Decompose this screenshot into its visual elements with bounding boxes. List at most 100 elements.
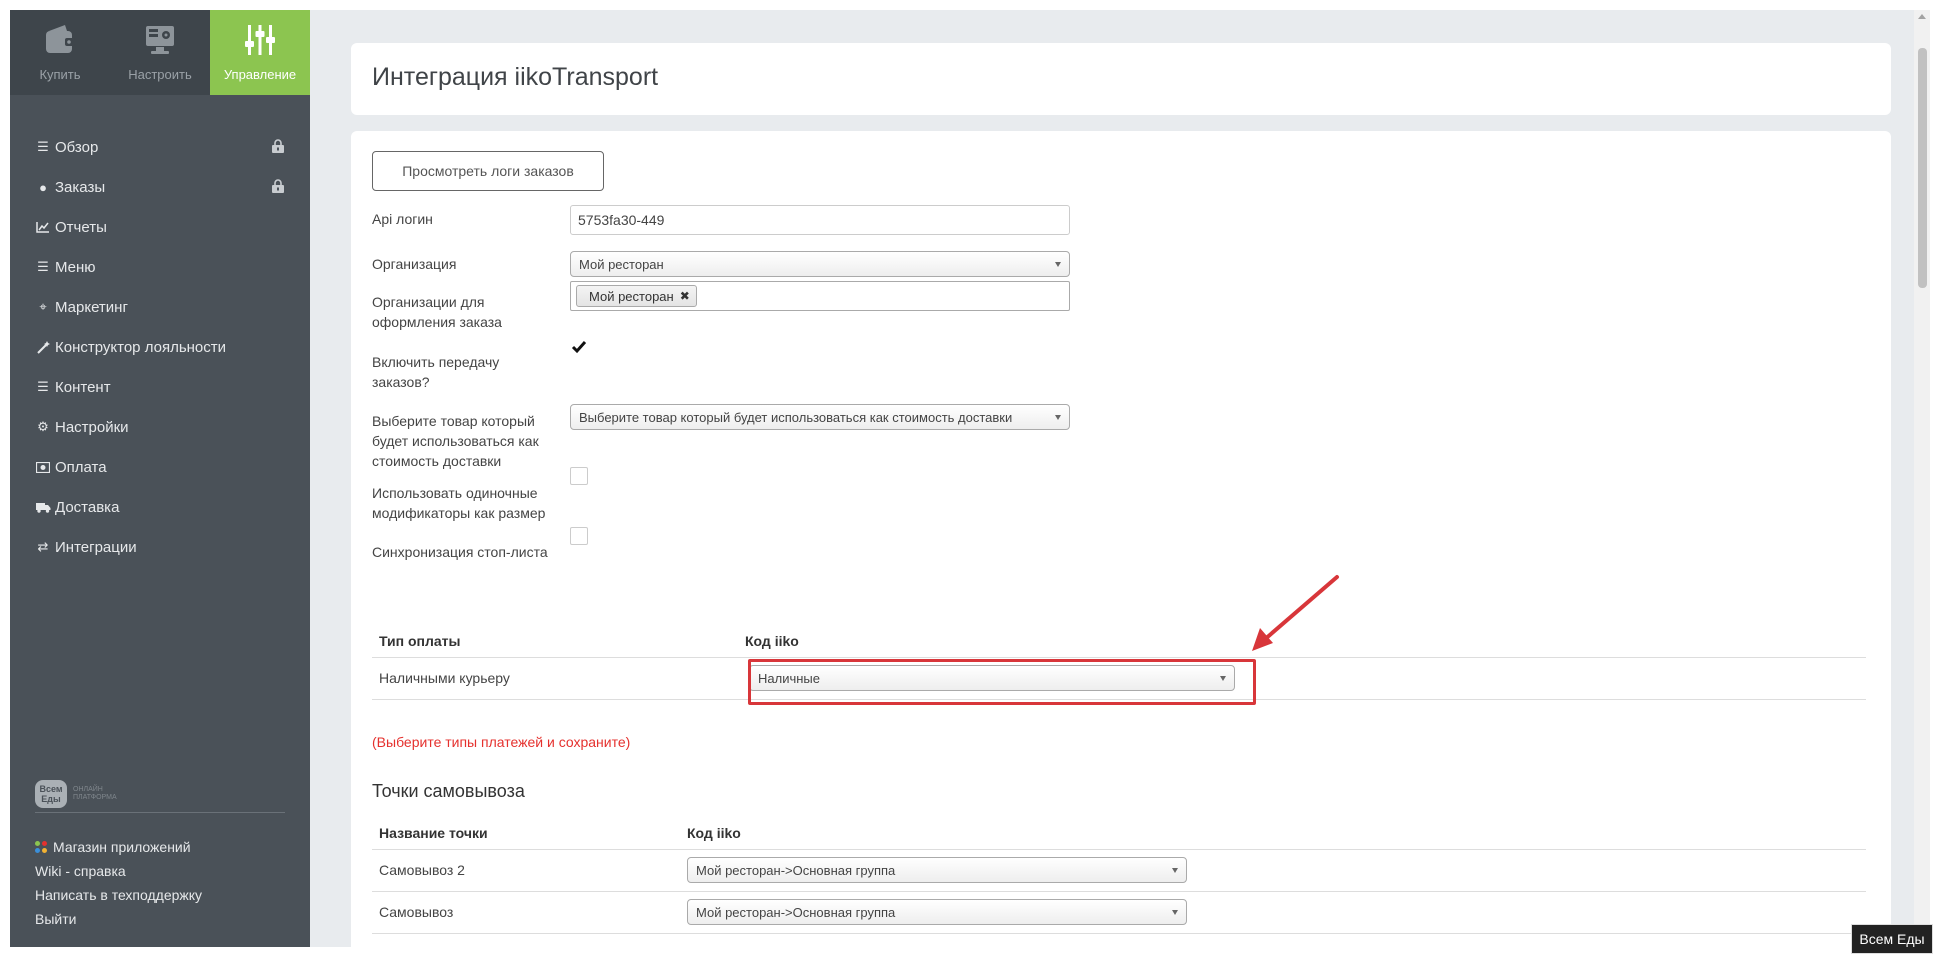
page-title: Интеграция iikoTransport	[372, 63, 659, 91]
bottom-links: Магазин приложений Wiki - справка Написа…	[35, 835, 285, 931]
sidebar-item-label: Контент	[55, 378, 111, 396]
sidebar-item-label: Меню	[55, 258, 96, 276]
tab-manage-label: Управление	[223, 67, 297, 82]
wallet-icon	[46, 25, 75, 53]
table-row: Самовывоз 2 Мой ресторан->Основная групп…	[372, 849, 1866, 892]
payment-code-select[interactable]: Наличные	[749, 665, 1235, 691]
lock-icon	[272, 139, 284, 153]
sidebar-item-label: Маркетинг	[55, 298, 128, 316]
chevron-down-icon	[1055, 415, 1061, 420]
pickup-name-cell: Самовывоз	[372, 891, 680, 934]
app-store-link[interactable]: Магазин приложений	[35, 835, 285, 859]
delivery-product-select[interactable]: Выберите товар который будет использоват…	[570, 404, 1070, 430]
col-payment-type: Тип оплаты	[372, 625, 738, 658]
sidebar-item-content[interactable]: ☰ Контент	[10, 367, 310, 407]
chevron-down-icon	[1172, 910, 1178, 915]
sidebar-item-settings[interactable]: ⚙ Настройки	[10, 407, 310, 447]
pickup-title: Точки самовывоза	[372, 781, 525, 801]
single-modifiers-checkbox[interactable]	[570, 467, 588, 485]
payment-types-table: Тип оплаты Код iiko Наличными курьеру На…	[372, 625, 1866, 700]
sidebar-item-reports[interactable]: Отчеты	[10, 207, 310, 247]
list-icon: ☰	[37, 259, 49, 274]
delivery-product-label-line: Выберите товар который	[372, 413, 535, 429]
payment-code-cell: Наличные	[738, 657, 1866, 700]
sidebar-footer: Всем Еды ОНЛАЙН ПЛАТФОРМА Магазин прилож…	[35, 780, 285, 931]
scroll-up-icon[interactable]	[1918, 14, 1926, 19]
sidebar: Купить Настроить Управление ☰ Обзор ● За…	[10, 10, 310, 947]
stoplist-sync-checkbox[interactable]	[570, 527, 588, 545]
exchange-icon: ⇄	[37, 539, 49, 554]
logout-link[interactable]: Выйти	[35, 907, 285, 931]
delivery-product-label-line: будет использоваться как	[372, 433, 539, 449]
logo-text: ОНЛАЙН ПЛАТФОРМА	[73, 786, 117, 801]
tab-configure-label: Настроить	[128, 67, 192, 82]
sidebar-item-menu[interactable]: ☰ Меню	[10, 247, 310, 287]
support-link[interactable]: Написать в техподдержку	[35, 883, 285, 907]
payment-code-value: Наличные	[758, 670, 820, 686]
delivery-product-label: Выберите товар который будет использоват…	[372, 411, 539, 471]
sidebar-item-integrations[interactable]: ⇄ Интеграции	[10, 527, 310, 567]
app-window: Купить Настроить Управление ☰ Обзор ● За…	[10, 10, 1930, 947]
enable-transfer-label: Включить передачу заказов?	[372, 352, 499, 392]
lock-icon	[272, 179, 284, 193]
delivery-product-label-line: стоимость доставки	[372, 453, 502, 469]
tab-configure[interactable]: Настроить	[110, 10, 210, 95]
pickup-points-table: Название точки Код iiko Самовывоз 2 Мой …	[372, 817, 1866, 934]
api-login-value: 5753fa30-449	[578, 212, 665, 228]
checkmark-icon	[571, 341, 587, 354]
magic-wand-icon	[35, 340, 51, 354]
pickup-code-cell: Мой ресторан->Основная группа	[680, 891, 1866, 934]
table-row: Самовывоз Мой ресторан->Основная группа	[372, 891, 1866, 934]
list-icon: ☰	[37, 379, 49, 394]
sidebar-item-payment[interactable]: Оплата	[10, 447, 310, 487]
sidebar-item-label: Заказы	[55, 178, 106, 196]
organization-select[interactable]: Мой ресторан	[570, 251, 1070, 277]
stoplist-sync-label: Синхронизация стоп-листа	[372, 544, 548, 560]
sidebar-item-label: Конструктор лояльности	[55, 338, 227, 356]
enable-transfer-label-line: заказов?	[372, 374, 430, 390]
delivery-product-placeholder: Выберите товар который будет использоват…	[579, 409, 1013, 425]
pickup-code-value: Мой ресторан->Основная группа	[696, 904, 896, 920]
api-login-field[interactable]: 5753fa30-449	[570, 205, 1070, 235]
remove-tag-icon[interactable]: ✖	[680, 289, 690, 303]
sidebar-item-orders[interactable]: ● Заказы	[10, 167, 310, 207]
logo-badge: Всем Еды	[35, 780, 67, 808]
scrollbar-thumb[interactable]	[1918, 48, 1927, 288]
truck-icon	[35, 502, 51, 513]
table-row: Наличными курьеру Наличные	[372, 657, 1866, 700]
view-order-logs-button[interactable]: Просмотреть логи заказов	[372, 151, 604, 191]
payment-type-cell: Наличными курьеру	[372, 657, 738, 700]
sidebar-item-loyalty[interactable]: Конструктор лояльности	[10, 327, 310, 367]
tab-buy[interactable]: Купить	[10, 10, 110, 95]
wiki-link[interactable]: Wiki - справка	[35, 859, 285, 883]
pickup-code-select[interactable]: Мой ресторан->Основная группа	[687, 857, 1187, 883]
sidebar-item-label: Доставка	[55, 498, 120, 516]
sidebar-item-label: Обзор	[55, 138, 99, 156]
chevron-down-icon	[1172, 868, 1178, 873]
platform-logo: Всем Еды ОНЛАЙН ПЛАТФОРМА	[35, 780, 285, 813]
scrollbar[interactable]	[1914, 10, 1930, 947]
line-chart-icon	[35, 221, 51, 233]
org-tag-label: Мой ресторан	[589, 288, 674, 304]
tab-buy-label: Купить	[39, 67, 81, 82]
organization-label: Организация	[372, 256, 457, 272]
monitor-settings-icon	[146, 26, 174, 54]
chevron-down-icon	[1220, 676, 1226, 681]
pickup-code-select[interactable]: Мой ресторан->Основная группа	[687, 899, 1187, 925]
sidebar-item-marketing[interactable]: ⌖ Маркетинг	[10, 287, 310, 327]
enable-transfer-label-line: Включить передачу	[372, 354, 500, 370]
sliders-icon	[245, 25, 275, 55]
single-modifiers-label-line: Использовать одиночные	[372, 485, 538, 501]
chevron-down-icon	[1055, 262, 1061, 267]
org-tag: Мой ресторан ✖	[576, 285, 697, 307]
sidebar-item-overview[interactable]: ☰ Обзор	[10, 127, 310, 167]
sidebar-item-delivery[interactable]: Доставка	[10, 487, 310, 527]
page-header: Интеграция iikoTransport	[351, 43, 1891, 115]
pickup-name-cell: Самовывоз 2	[372, 849, 680, 892]
order-orgs-multiselect[interactable]: Мой ресторан ✖	[570, 281, 1070, 311]
sidebar-item-label: Отчеты	[55, 218, 107, 236]
tab-manage[interactable]: Управление	[210, 10, 310, 95]
circle-icon: ●	[39, 179, 47, 195]
enable-transfer-checkbox[interactable]	[570, 338, 588, 356]
apps-icon	[35, 841, 47, 853]
